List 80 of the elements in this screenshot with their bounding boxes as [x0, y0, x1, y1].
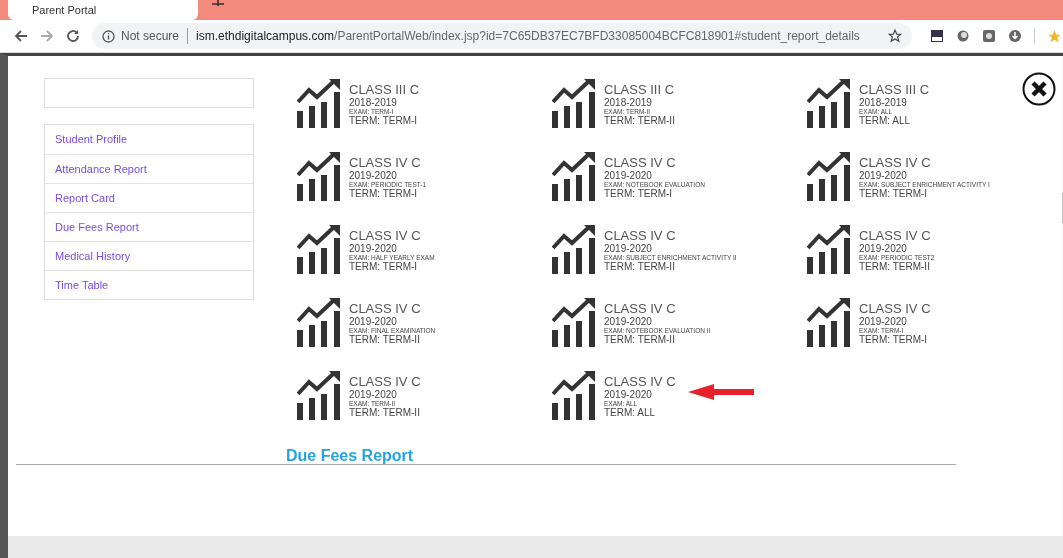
- growth-chart-icon[interactable]: [807, 224, 851, 274]
- growth-chart-icon[interactable]: [552, 151, 596, 201]
- term-label: TERM: ALL: [859, 115, 912, 126]
- class-name[interactable]: CLASS IV C: [349, 302, 436, 315]
- growth-chart-icon[interactable]: [552, 224, 596, 274]
- class-name[interactable]: CLASS IV C: [604, 302, 711, 315]
- growth-chart-icon[interactable]: [807, 297, 851, 347]
- class-name[interactable]: CLASS III C: [349, 83, 420, 96]
- term-label: TERM: TERM-I: [349, 188, 419, 199]
- download-icon[interactable]: [1008, 29, 1022, 43]
- extension-icon[interactable]: [930, 29, 944, 43]
- sidebar-item[interactable]: Medical History: [45, 241, 253, 270]
- term-label: TERM: TERM-I: [604, 188, 674, 199]
- class-name[interactable]: CLASS IV C: [349, 156, 427, 169]
- growth-chart-icon[interactable]: [552, 297, 596, 347]
- term-label: TERM: TERM-II: [604, 115, 675, 126]
- class-name[interactable]: CLASS IV C: [604, 229, 737, 242]
- sidebar-item[interactable]: Student Profile: [45, 125, 253, 154]
- growth-chart-icon[interactable]: [552, 78, 596, 128]
- term-label: TERM: TERM-II: [859, 261, 931, 272]
- star-icon[interactable]: [1047, 28, 1062, 44]
- academic-year: 2019-2020: [604, 243, 653, 254]
- close-icon[interactable]: [1022, 72, 1056, 106]
- growth-chart-icon[interactable]: [552, 370, 596, 420]
- bookmark-star-icon[interactable]: [888, 29, 902, 43]
- sidebar-item[interactable]: Attendance Report: [45, 154, 253, 183]
- info-icon[interactable]: [102, 29, 115, 43]
- academic-year: 2019-2020: [349, 243, 398, 254]
- browser-tab[interactable]: Parent Portal: [8, 0, 198, 20]
- academic-year: 2019-2020: [604, 389, 653, 400]
- address-bar[interactable]: Not secure ism.ethdigitalcampus.com/ParentPortalWeb/index.jsp?id=7C65DB37EC7BFD33085004BCFC818901#student_report_details: [92, 23, 912, 49]
- term-label: TERM: TERM-II: [604, 261, 676, 272]
- growth-chart-icon[interactable]: [297, 370, 341, 420]
- growth-chart-icon[interactable]: [297, 151, 341, 201]
- term-label: TERM: TERM-I: [859, 334, 929, 345]
- class-name[interactable]: CLASS III C: [859, 83, 930, 96]
- term-label: TERM: TERM-I: [859, 188, 929, 199]
- academic-year: 2019-2020: [859, 243, 908, 254]
- academic-year: 2019-2020: [859, 316, 908, 327]
- term-label: TERM: TERM-II: [349, 407, 421, 418]
- class-name[interactable]: CLASS IV C: [859, 156, 990, 169]
- academic-year: 2018-2019: [349, 97, 398, 108]
- term-label: TERM: TERM-II: [604, 334, 676, 345]
- academic-year: 2018-2019: [859, 97, 908, 108]
- term-label: TERM: TERM-II: [349, 334, 421, 345]
- sidebar-item[interactable]: Report Card: [45, 183, 253, 212]
- class-name[interactable]: CLASS IV C: [604, 375, 676, 388]
- back-icon[interactable]: [14, 29, 28, 43]
- term-label: TERM: TERM-I: [349, 115, 419, 126]
- academic-year: 2019-2020: [349, 389, 398, 400]
- class-name[interactable]: CLASS IV C: [604, 156, 705, 169]
- growth-chart-icon[interactable]: [807, 78, 851, 128]
- term-label: TERM: ALL: [604, 407, 657, 418]
- security-label: Not secure: [121, 29, 180, 43]
- class-name[interactable]: CLASS IV C: [349, 229, 435, 242]
- academic-year: 2018-2019: [604, 97, 653, 108]
- search-field[interactable]: [44, 78, 254, 108]
- academic-year: 2019-2020: [604, 170, 653, 181]
- term-label: TERM: TERM-I: [349, 261, 419, 272]
- new-tab-icon[interactable]: [212, 0, 224, 6]
- class-name[interactable]: CLASS IV C: [859, 229, 935, 242]
- growth-chart-icon[interactable]: [807, 151, 851, 201]
- growth-chart-icon[interactable]: [297, 224, 341, 274]
- academic-year: 2019-2020: [859, 170, 908, 181]
- pointer-arrow: [688, 384, 754, 400]
- class-name[interactable]: CLASS IV C: [859, 302, 931, 315]
- extension-icon[interactable]: [982, 29, 996, 43]
- class-name[interactable]: CLASS IV C: [349, 375, 421, 388]
- academic-year: 2019-2020: [604, 316, 653, 327]
- academic-year: 2019-2020: [349, 170, 398, 181]
- sidebar-item[interactable]: Due Fees Report: [45, 212, 253, 241]
- growth-chart-icon[interactable]: [297, 78, 341, 128]
- class-name[interactable]: CLASS III C: [604, 83, 675, 96]
- growth-chart-icon[interactable]: [297, 297, 341, 347]
- academic-year: 2019-2020: [349, 316, 398, 327]
- url-text: ism.ethdigitalcampus.com/ParentPortalWeb/index.jsp?id=7C65DB37EC7BFD33085004BCFC818901#student_report_details: [196, 29, 860, 43]
- section-heading: Due Fees Report: [286, 448, 415, 464]
- extension-icon[interactable]: [956, 29, 970, 43]
- sidebar-item[interactable]: Time Table: [45, 270, 253, 299]
- reload-icon[interactable]: [66, 29, 80, 43]
